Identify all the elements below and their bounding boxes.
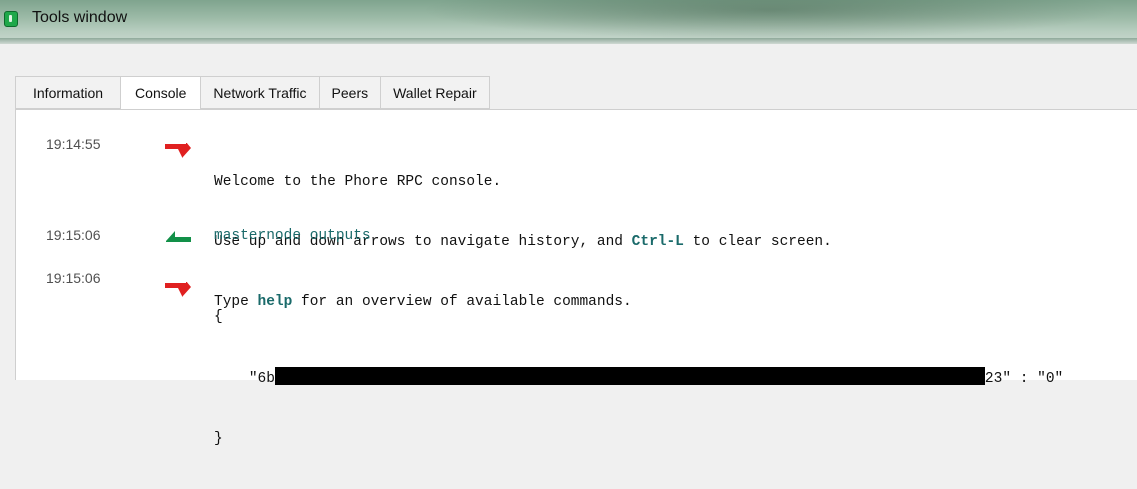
redacted-block [274, 367, 985, 385]
command-text: masternode outputs [214, 228, 371, 244]
console-output[interactable]: 19:14:55 Welcome to the Phore RPC consol… [16, 110, 1137, 447]
console-panel: 19:14:55 Welcome to the Phore RPC consol… [15, 109, 1137, 447]
json-close-brace: } [214, 431, 223, 447]
title-bar-glow [420, 0, 1120, 40]
shortcut-key: Ctrl-L [631, 234, 684, 250]
json-open-brace: { [214, 309, 223, 325]
json-key-prefix: "6b [248, 371, 275, 387]
tab-bar: Information Console Network Traffic Peer… [15, 76, 490, 110]
reply-arrow-icon [165, 143, 191, 158]
tab-peers[interactable]: Peers [319, 76, 382, 109]
request-arrow-icon [166, 231, 191, 242]
timestamp: 19:15:06 [46, 227, 101, 243]
json-key-suffix: 23" : "0" [984, 371, 1064, 387]
timestamp: 19:14:55 [46, 136, 101, 152]
title-bar[interactable]: Tools window [0, 0, 1137, 44]
app-icon [4, 11, 18, 27]
tab-information[interactable]: Information [15, 76, 122, 109]
tab-network-traffic[interactable]: Network Traffic [201, 76, 320, 109]
window-title: Tools window [32, 9, 128, 26]
reply-arrow-icon [165, 282, 191, 297]
tab-console[interactable]: Console [121, 76, 202, 110]
timestamp: 19:15:06 [46, 270, 101, 286]
client-area: Information Console Network Traffic Peer… [0, 44, 1137, 447]
json-output: { "6b 23" : "0" } [214, 267, 1063, 489]
tab-wallet-repair[interactable]: Wallet Repair [381, 76, 490, 109]
message-line: Welcome to the Phore RPC console. [214, 174, 502, 190]
message-text: to clear screen. [683, 234, 832, 250]
